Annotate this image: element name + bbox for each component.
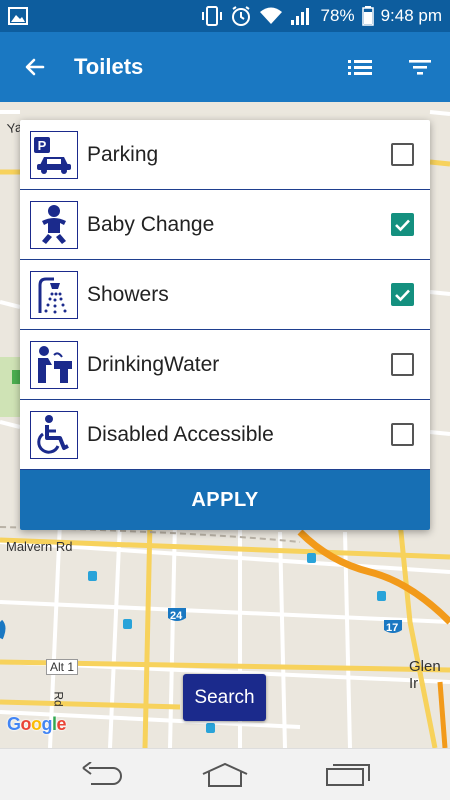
nav-recents-button[interactable] [318, 755, 378, 795]
filter-label: Disabled Accessible [87, 422, 274, 446]
google-logo: Google [7, 714, 67, 734]
battery-icon [361, 6, 374, 26]
apply-button[interactable]: APPLY [20, 470, 430, 530]
filter-label: Showers [87, 282, 169, 306]
recents-icon [326, 763, 371, 786]
page-title: Toilets [74, 54, 144, 79]
map-label-alt-1: Alt 1 [46, 659, 79, 675]
check-icon [395, 219, 410, 231]
home-icon [202, 762, 248, 787]
system-nav-bar [0, 748, 450, 800]
map-label-rd: Rd [51, 691, 66, 707]
filter-checkbox-parking[interactable] [391, 143, 414, 166]
filter-label: DrinkingWater [87, 352, 220, 376]
search-button[interactable]: Search [183, 674, 266, 721]
clock-text: 9:48 pm [380, 6, 442, 25]
vibrate-icon [201, 5, 223, 27]
wifi-icon [259, 6, 283, 26]
list-icon [348, 60, 372, 75]
filter-dialog: P Parking Baby Change Showers DrinkingWa… [20, 120, 430, 530]
gallery-notification-icon [8, 7, 28, 25]
filter-checkbox-baby-change[interactable] [391, 213, 414, 236]
filter-checkbox-showers[interactable] [391, 283, 414, 306]
app-bar: Toilets [0, 32, 450, 102]
nav-home-button[interactable] [195, 755, 255, 795]
filter-label: Parking [87, 142, 159, 166]
filter-icon [409, 60, 431, 75]
back-button[interactable] [0, 32, 70, 102]
filter-row-drinking-water[interactable]: DrinkingWater [20, 330, 430, 400]
filter-button[interactable] [390, 32, 450, 102]
status-bar: 78% 9:48 pm [0, 0, 450, 32]
arrow-back-icon [25, 58, 45, 76]
drinking-water-icon [30, 340, 78, 389]
svg-text:P: P [38, 138, 47, 153]
filter-row-baby-change[interactable]: Baby Change [20, 190, 430, 260]
alarm-icon [230, 5, 252, 27]
filter-row-showers[interactable]: Showers [20, 260, 430, 330]
check-icon [395, 289, 410, 301]
map-label-malvern-rd: Malvern Rd [6, 539, 73, 554]
route-shield-24: 24 [170, 610, 183, 622]
parking-icon: P [30, 130, 78, 179]
battery-text: 78% [320, 6, 355, 25]
shower-icon [30, 270, 78, 319]
nav-back-button[interactable] [72, 755, 132, 795]
signal-icon [290, 6, 314, 26]
filter-checkbox-drinking-water[interactable] [391, 353, 414, 376]
filter-checkbox-disabled-accessible[interactable] [391, 423, 414, 446]
filter-label: Baby Change [87, 212, 215, 236]
filter-row-disabled-accessible[interactable]: Disabled Accessible [20, 400, 430, 470]
filter-row-parking[interactable]: P Parking [20, 120, 430, 190]
baby-change-icon [30, 200, 78, 249]
list-view-button[interactable] [330, 32, 390, 102]
route-shield-17: 17 [386, 622, 399, 634]
wheelchair-icon [30, 410, 78, 459]
back-icon [82, 761, 122, 785]
map-label-glen-iris: Glen Ir [409, 658, 441, 692]
